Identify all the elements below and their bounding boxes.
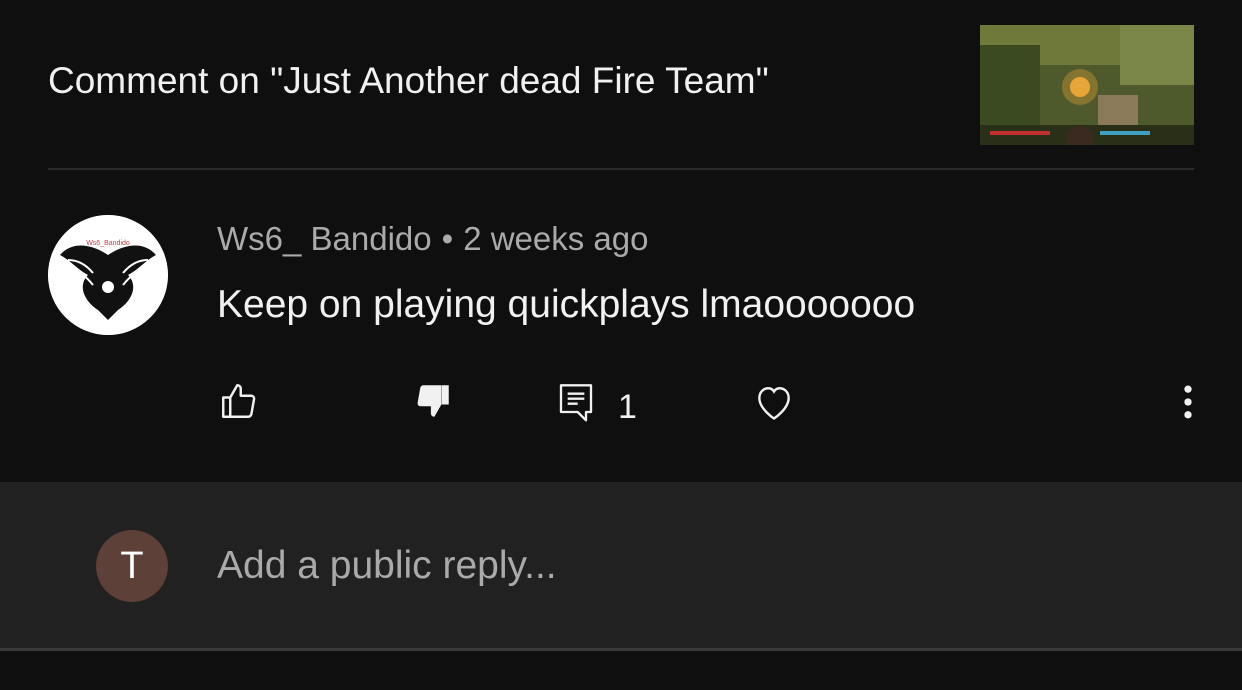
comment-icon (559, 384, 593, 422)
dislike-button[interactable] (412, 380, 454, 422)
page-title: Comment on "Just Another dead Fire Team" (48, 60, 769, 101)
meta-separator: • (441, 220, 454, 257)
comment-header: Comment on "Just Another dead Fire Team" (0, 0, 1242, 170)
comment-time: 2 weeks ago (463, 220, 649, 257)
heart-button[interactable] (752, 380, 796, 424)
reply-input[interactable]: Add a public reply... (217, 544, 557, 588)
comment-item: Ws6_Bandido Ws6_ Bandido • 2 weeks ago Kee… (0, 170, 1242, 482)
user-avatar[interactable]: T (96, 530, 168, 602)
thumbs-down-icon (417, 385, 449, 417)
comment-text: Keep on playing quickplays lmaooooooo (217, 283, 916, 326)
avatar[interactable]: Ws6_Bandido (48, 215, 168, 335)
more-options-button[interactable] (1178, 380, 1198, 424)
reply-count[interactable]: 1 (618, 388, 637, 427)
reply-composer: T Add a public reply... (0, 482, 1242, 650)
bottom-area (0, 651, 1242, 690)
comment-author[interactable]: Ws6_ Bandido (217, 220, 432, 257)
thumbs-up-icon (222, 384, 256, 418)
comment-meta: Ws6_ Bandido • 2 weeks ago (217, 220, 649, 258)
like-button[interactable] (218, 380, 260, 422)
reply-button[interactable] (556, 380, 596, 424)
avatar-label: Ws6_Bandido (86, 240, 130, 247)
video-thumbnail[interactable] (980, 25, 1194, 145)
more-vertical-icon (1184, 385, 1192, 419)
comment-actions: 1 (0, 380, 1242, 440)
heart-icon (758, 387, 790, 420)
